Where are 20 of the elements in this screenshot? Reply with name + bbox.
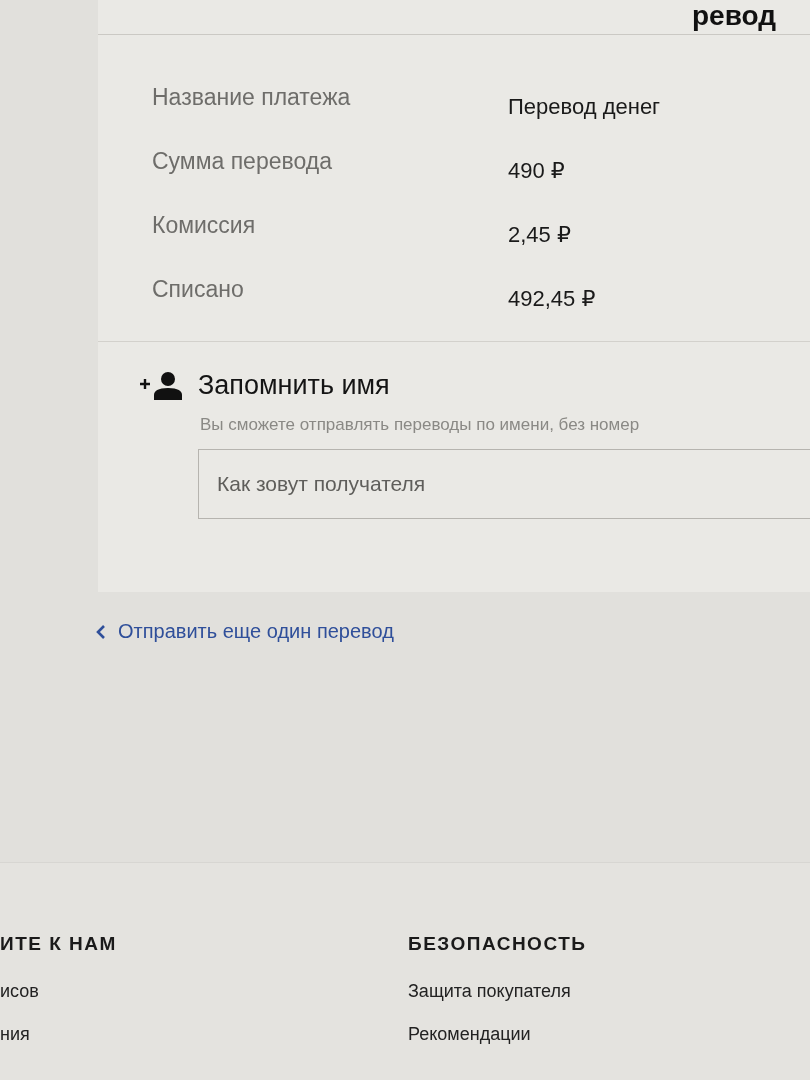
detail-value: 490 ₽ (508, 157, 566, 184)
recipient-name-field[interactable]: Как зовут получателя (198, 449, 810, 519)
detail-value: 2,45 ₽ (508, 221, 572, 248)
detail-label: Списано (152, 275, 245, 303)
detail-label: Сумма перевода (152, 147, 333, 175)
footer-heading: БЕЗОПАСНОСТЬ (408, 933, 587, 955)
footer-link[interactable]: исов (0, 981, 300, 1002)
chevron-left-icon (96, 623, 106, 640)
detail-label: Название платежа (152, 83, 352, 111)
detail-label: Комиссия (152, 211, 257, 239)
detail-value: 492,45 ₽ (508, 285, 597, 312)
footer-heading: ИТЕ К НАМ (0, 933, 118, 955)
send-another-link[interactable]: Отправить еще один перевод (96, 620, 394, 643)
page-title: ревод (691, 0, 776, 33)
section-description: Вы сможете отправлять переводы по имени, без номер (200, 415, 641, 435)
footer-link[interactable]: Защита покупателя (408, 981, 587, 1002)
footer-link[interactable]: Рекомендации (408, 1024, 587, 1045)
detail-value: Перевод денег (508, 93, 662, 120)
section-title: Запомнить имя (198, 370, 390, 401)
footer-link[interactable]: ния (0, 1024, 300, 1045)
